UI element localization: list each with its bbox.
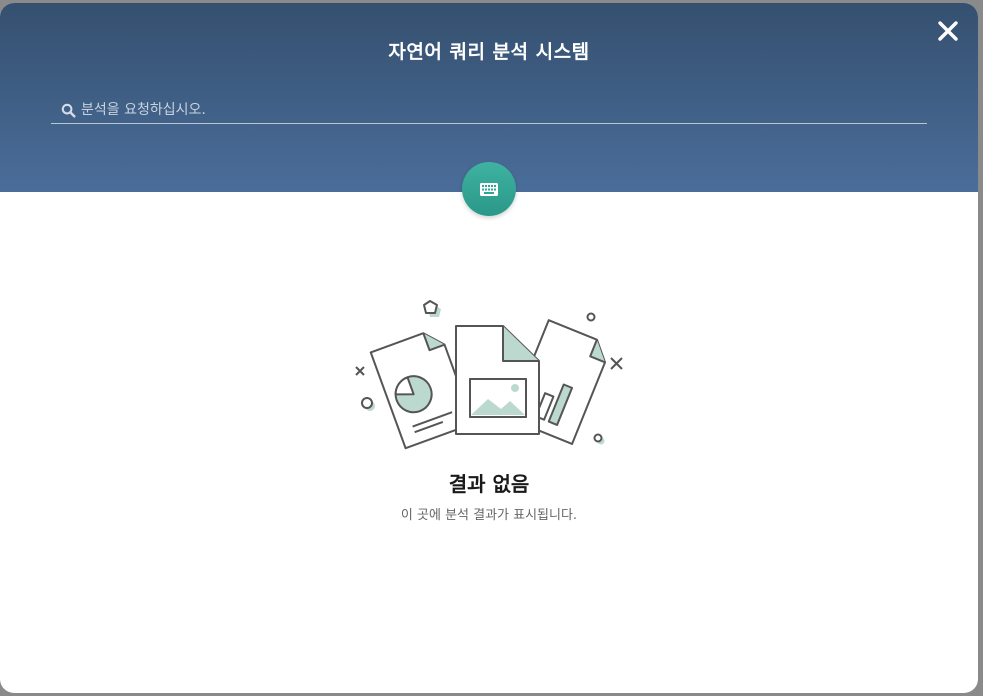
close-icon <box>938 21 958 41</box>
search-bar <box>51 97 927 124</box>
empty-state-subtitle: 이 곳에 분석 결과가 표시됩니다. <box>400 508 578 523</box>
search-input[interactable] <box>81 98 927 122</box>
documents-illustration <box>355 300 623 450</box>
empty-state-title: 결과 없음 <box>448 472 530 496</box>
search-icon <box>61 103 76 118</box>
close-button[interactable] <box>936 19 960 43</box>
keyboard-button[interactable] <box>462 162 516 216</box>
query-analysis-modal: 자연어 쿼리 분석 시스템 분석을 요청하십시오. 결과 없음 이 곳에 분석 … <box>0 3 978 693</box>
modal-title: 자연어 쿼리 분석 시스템 <box>388 41 590 63</box>
keyboard-icon <box>480 182 498 196</box>
